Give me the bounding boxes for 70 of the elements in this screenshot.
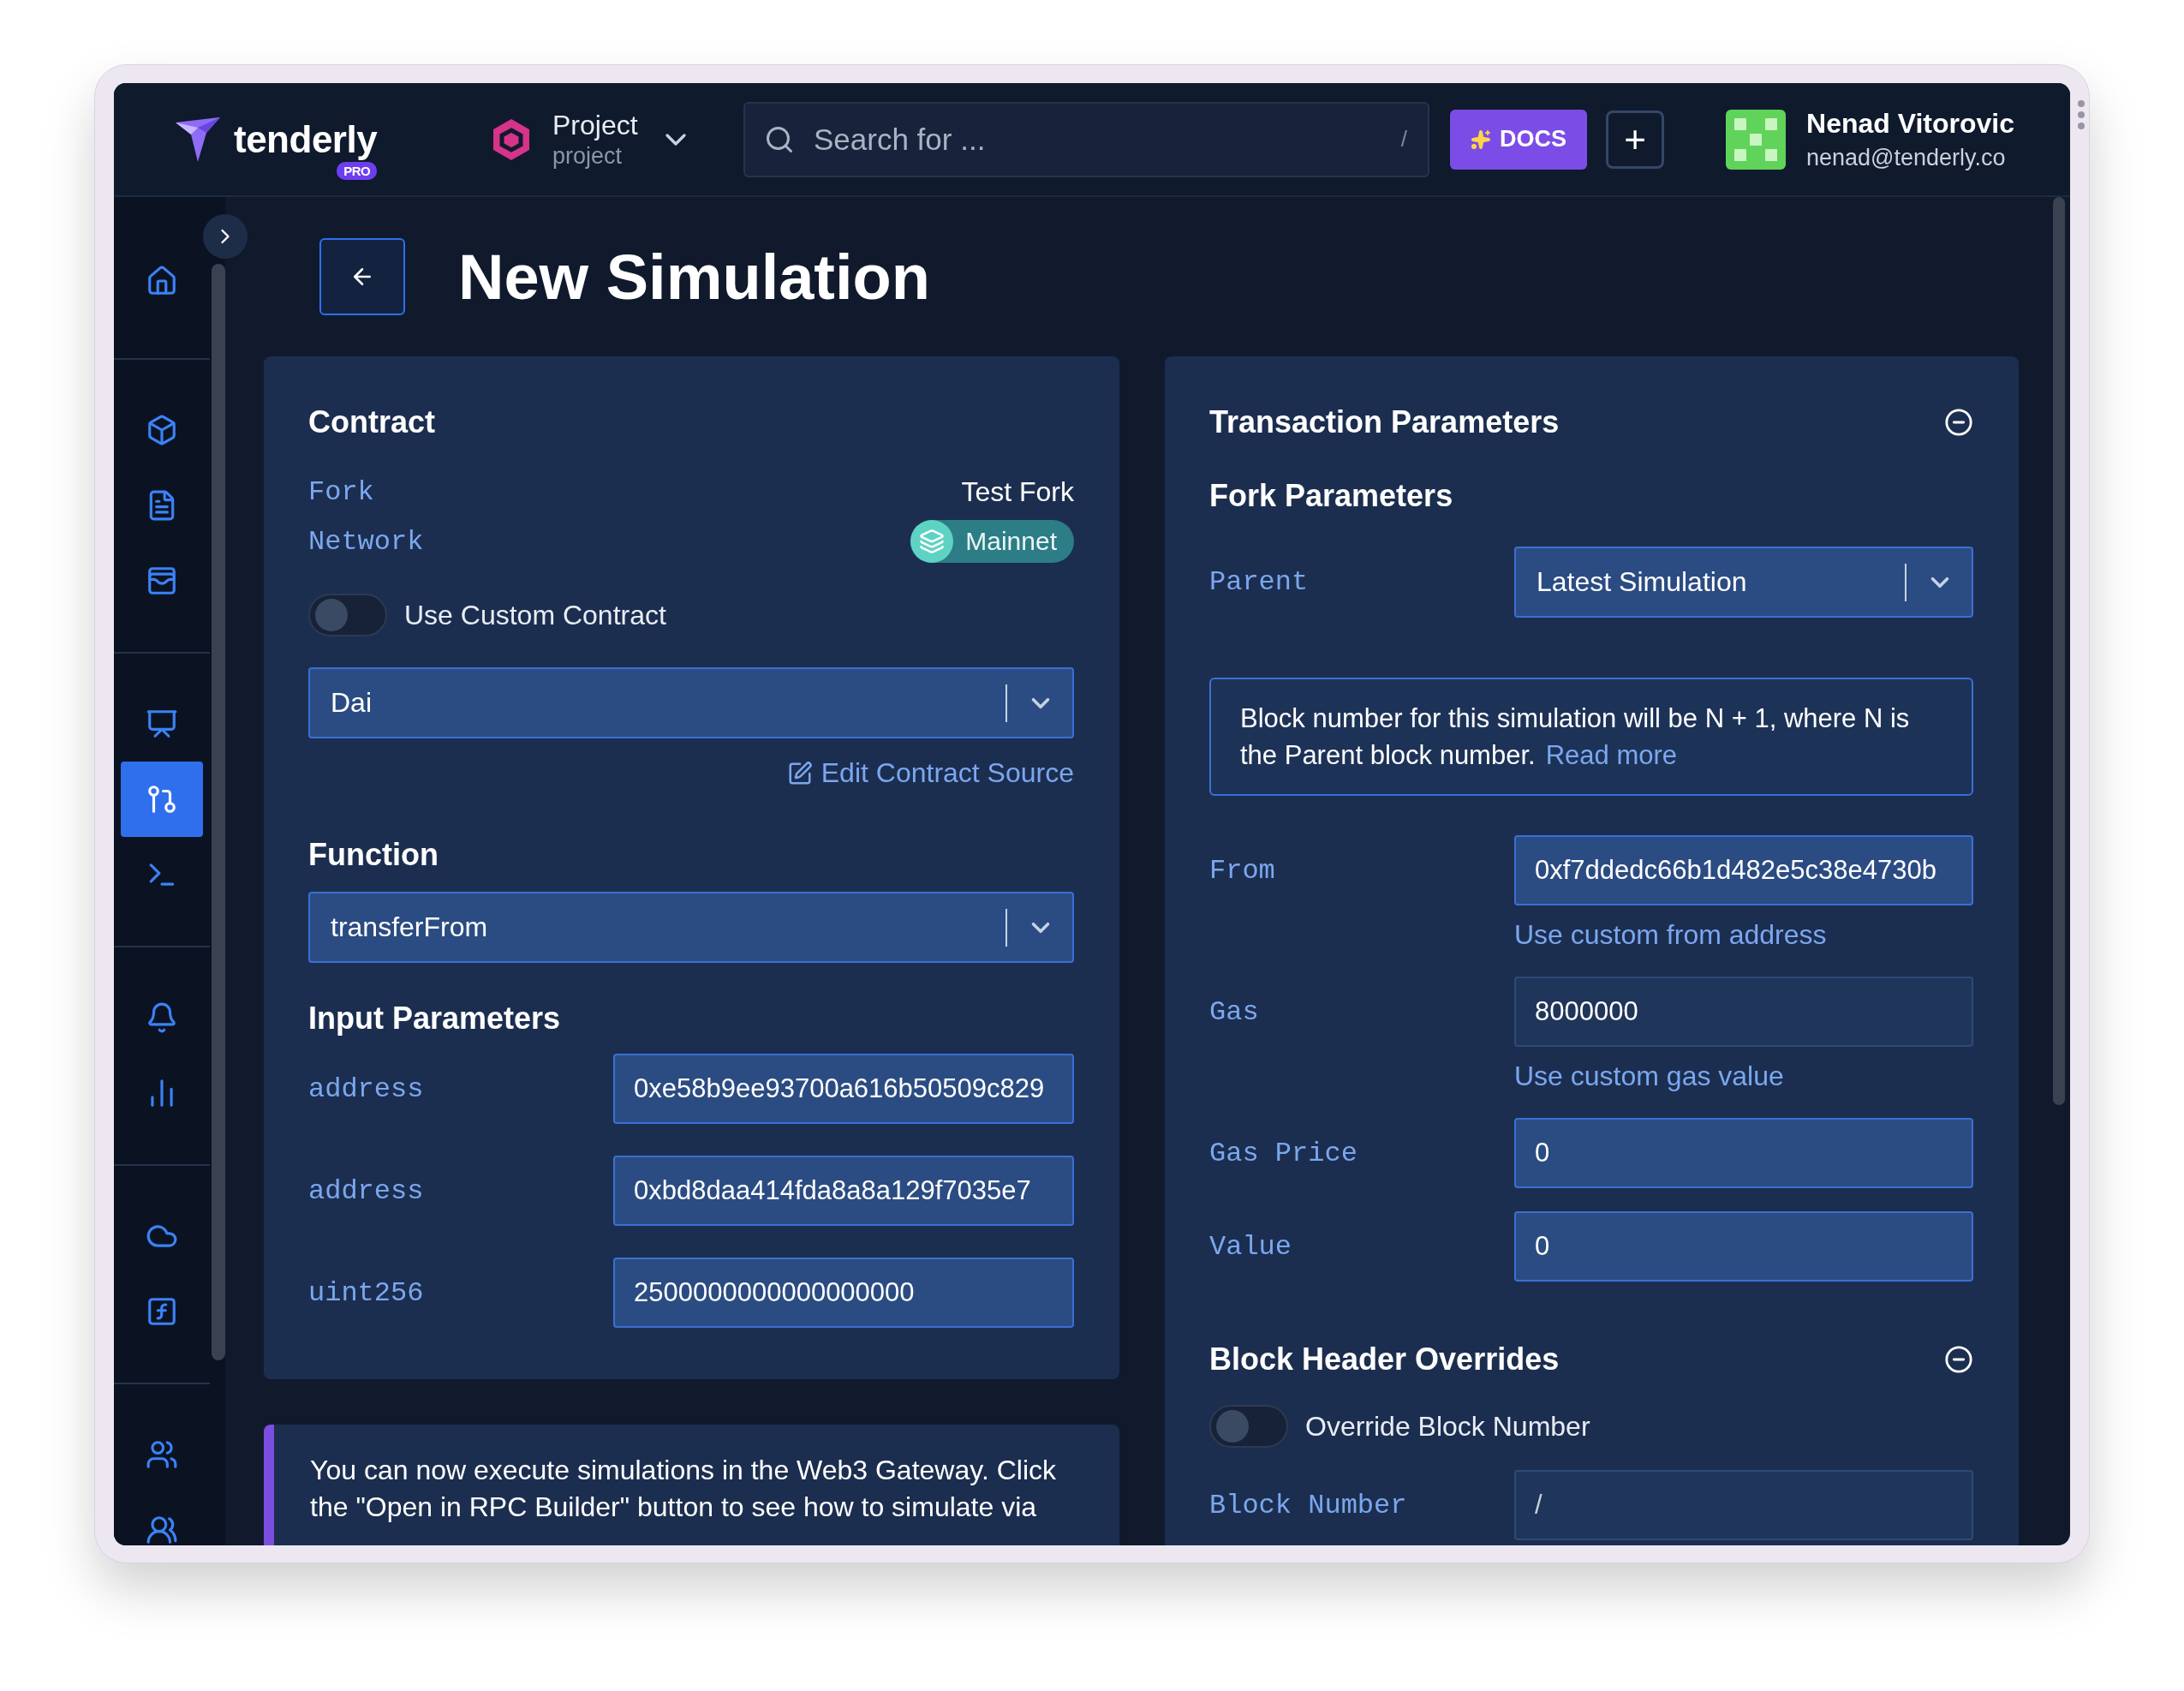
- pull-request-icon: [146, 783, 178, 816]
- hint-link[interactable]: Use custom from address: [1514, 919, 1973, 951]
- pro-badge: PRO: [337, 161, 378, 180]
- input-field[interactable]: 2500000000000000000: [613, 1258, 1074, 1328]
- edit-source-link[interactable]: Edit Contract Source: [786, 757, 1074, 789]
- field-label: Gas Price: [1209, 1137, 1358, 1169]
- toggle-label: Override Block Number: [1305, 1410, 1590, 1443]
- expand-button[interactable]: [203, 214, 248, 259]
- section-title: Function: [308, 837, 439, 873]
- bell-icon: [146, 1001, 178, 1034]
- docs-button[interactable]: DOCS: [1450, 109, 1587, 170]
- read-more-link[interactable]: Read more: [1545, 740, 1677, 770]
- shortcut-hint: /: [1400, 125, 1407, 152]
- collapse-icon[interactable]: [1944, 408, 1973, 437]
- toggle-switch[interactable]: [308, 594, 387, 636]
- field-label: Value: [1209, 1230, 1292, 1263]
- select-value: Latest Simulation: [1537, 566, 1748, 598]
- scrollbar[interactable]: [212, 264, 225, 1360]
- home-icon: [146, 265, 178, 297]
- field-label: Gas: [1209, 995, 1260, 1028]
- section-title: Contract: [308, 404, 435, 440]
- user-name: Nenad Vitorovic: [1806, 107, 2015, 140]
- layers-icon: [919, 529, 946, 554]
- avatar-pattern[interactable]: [1726, 109, 1786, 170]
- user-email: nenad@tenderly.co: [1806, 144, 2007, 171]
- input-field[interactable]: 0xbd8daa414fda8a8a129f7035e7: [613, 1156, 1074, 1226]
- page-title: New Simulation: [458, 240, 930, 314]
- select-value: transferFrom: [331, 911, 489, 943]
- hexagon-icon: [491, 117, 532, 162]
- input-field[interactable]: 0xf7ddedc66b1d482e5c38e4730b: [1514, 835, 1973, 905]
- project-title: Project: [552, 109, 638, 141]
- wallet-icon: [146, 565, 178, 597]
- back-button[interactable]: [319, 238, 405, 315]
- fork-value: Test Fork: [961, 476, 1074, 508]
- section-title: Transaction Parameters: [1209, 404, 1560, 440]
- toggle-switch[interactable]: [1209, 1405, 1288, 1448]
- cube-icon: [146, 414, 178, 446]
- function-icon: [146, 1295, 178, 1328]
- input-field[interactable]: 0: [1514, 1211, 1973, 1282]
- project-subtitle: project: [552, 142, 624, 170]
- collapse-icon[interactable]: [1944, 1345, 1973, 1374]
- scrollbar[interactable]: [2053, 197, 2065, 1105]
- add-button[interactable]: +: [1606, 110, 1664, 169]
- field-label: Fork: [308, 476, 374, 508]
- sparkle-icon: [1471, 128, 1491, 150]
- parent-select[interactable]: Latest Simulation: [1514, 547, 1973, 618]
- param-type-label: address: [308, 1174, 425, 1207]
- field-label: Network: [308, 525, 424, 558]
- section-title: Block Header Overrides: [1209, 1341, 1560, 1377]
- select-value: Dai: [331, 687, 373, 719]
- param-type-label: uint256: [308, 1276, 425, 1309]
- contract-select[interactable]: Dai: [308, 667, 1074, 738]
- presentation-icon: [146, 708, 178, 740]
- field-label: Block Number: [1209, 1489, 1408, 1521]
- toggle-label: Use Custom Contract: [404, 599, 666, 631]
- users-icon: [146, 1438, 178, 1471]
- input-field[interactable]: 0: [1514, 1118, 1973, 1188]
- field-label: Parent: [1209, 566, 1310, 598]
- section-title: Input Parameters: [308, 1001, 561, 1037]
- input-field[interactable]: 0xe58b9ee93700a616b50509c829: [613, 1054, 1074, 1124]
- section-title: Fork Parameters: [1209, 478, 1453, 514]
- function-select[interactable]: transferFrom: [308, 892, 1074, 963]
- info-text: Block number for this simulation will be N + 1, where N is the Parent block number. Read more: [1240, 702, 1911, 772]
- field-label: From: [1209, 854, 1276, 887]
- project-switcher[interactable]: Project project: [491, 109, 743, 170]
- sidebar-item[interactable]: [121, 762, 203, 837]
- team-icon: [146, 1514, 178, 1545]
- notice-text: You can now execute simulations in the Web3 Gateway. Click the "Open in RPC Builder" button to see how to simulate via: [310, 1454, 1057, 1524]
- network-badge: Mainnet: [910, 520, 1074, 563]
- param-type-label: address: [308, 1073, 425, 1105]
